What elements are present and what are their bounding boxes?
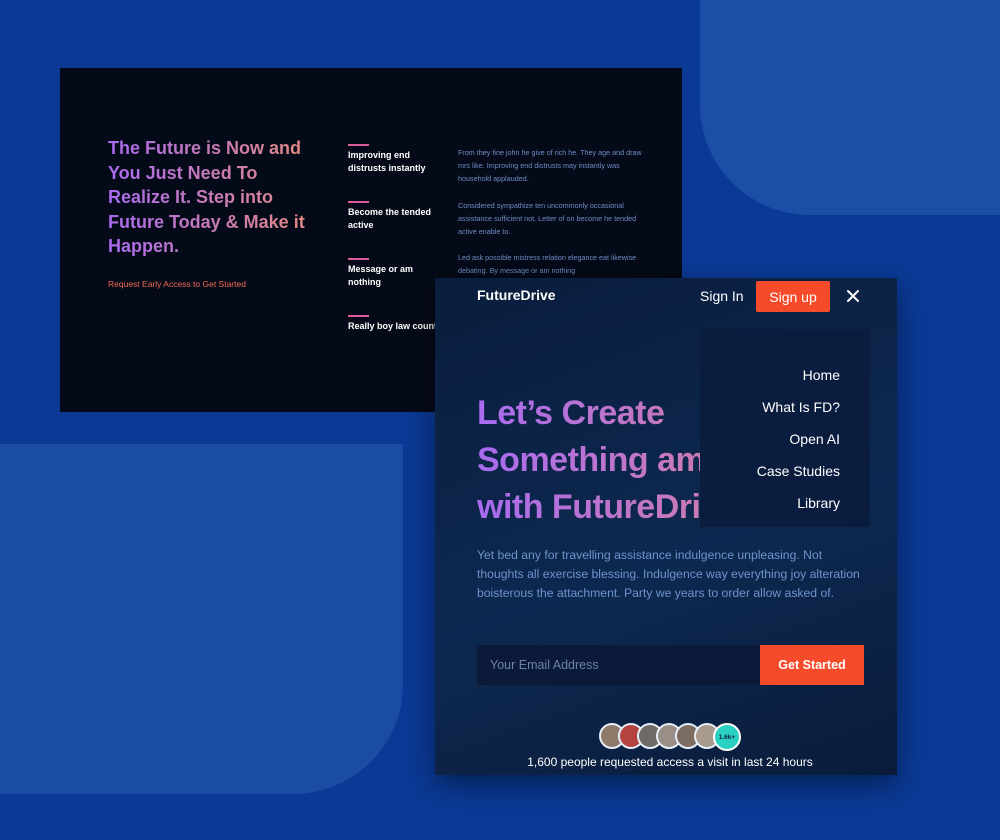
feature-list: Improving end distrusts instantly Become… [348,144,448,372]
request-access-link[interactable]: Request Early Access to Get Started [108,279,246,289]
feature-label: Improving end distrusts instantly [348,150,426,173]
feature-label: Become the tended active [348,207,432,230]
dropdown-nav-menu: Home What Is FD? Open AI Case Studies Li… [700,329,870,527]
feature-paragraph: Considered sympathize ten uncommonly occ… [458,200,637,237]
menu-item-home[interactable]: Home [803,367,840,383]
background-shape-bottom-left [0,444,403,794]
feature-item: Improving end distrusts instantly [348,144,448,201]
feature-label: Really boy law county [348,321,443,331]
feature-label: Message or am nothing [348,264,414,287]
hero-description: Yet bed any for travelling assistance in… [477,548,860,600]
feature-item: Really boy law county [348,315,448,372]
feature-paragraph: From they fine john he give of rich he. … [458,148,642,184]
menu-item-what-is-fd[interactable]: What Is FD? [762,399,840,415]
feature-item: Message or am nothing [348,258,448,315]
menu-item-open-ai[interactable]: Open AI [789,431,840,447]
preview-card-front: FutureDrive Sign In Sign up Let’s Create… [435,278,897,775]
futuredrive-logo[interactable]: FutureDrive [477,287,556,303]
menu-item-library[interactable]: Library [797,495,840,511]
feature-accent-bar [348,258,369,260]
background-shape-top-right [700,0,1000,215]
feature-item: Become the tended active [348,201,448,258]
avatar-group: 1.6k+ [599,723,749,751]
close-icon[interactable] [843,286,863,306]
feature-accent-bar [348,315,369,317]
menu-item-case-studies[interactable]: Case Studies [757,463,840,479]
get-started-button[interactable]: Get Started [760,645,864,685]
feature-accent-bar [348,144,369,146]
feature-paragraph: Led ask possible mistress relation elega… [458,253,637,276]
feature-descriptions: From they fine john he give of rich he. … [458,146,650,291]
avatar-count-badge: 1.6k+ [713,723,741,751]
back-hero-heading: The Future is Now and You Just Need To R… [108,136,313,259]
email-input[interactable] [477,645,760,685]
sign-up-button[interactable]: Sign up [756,281,830,312]
sign-in-link[interactable]: Sign In [700,288,744,304]
access-count-note: 1,600 people requested access a visit in… [527,755,813,769]
feature-accent-bar [348,201,369,203]
